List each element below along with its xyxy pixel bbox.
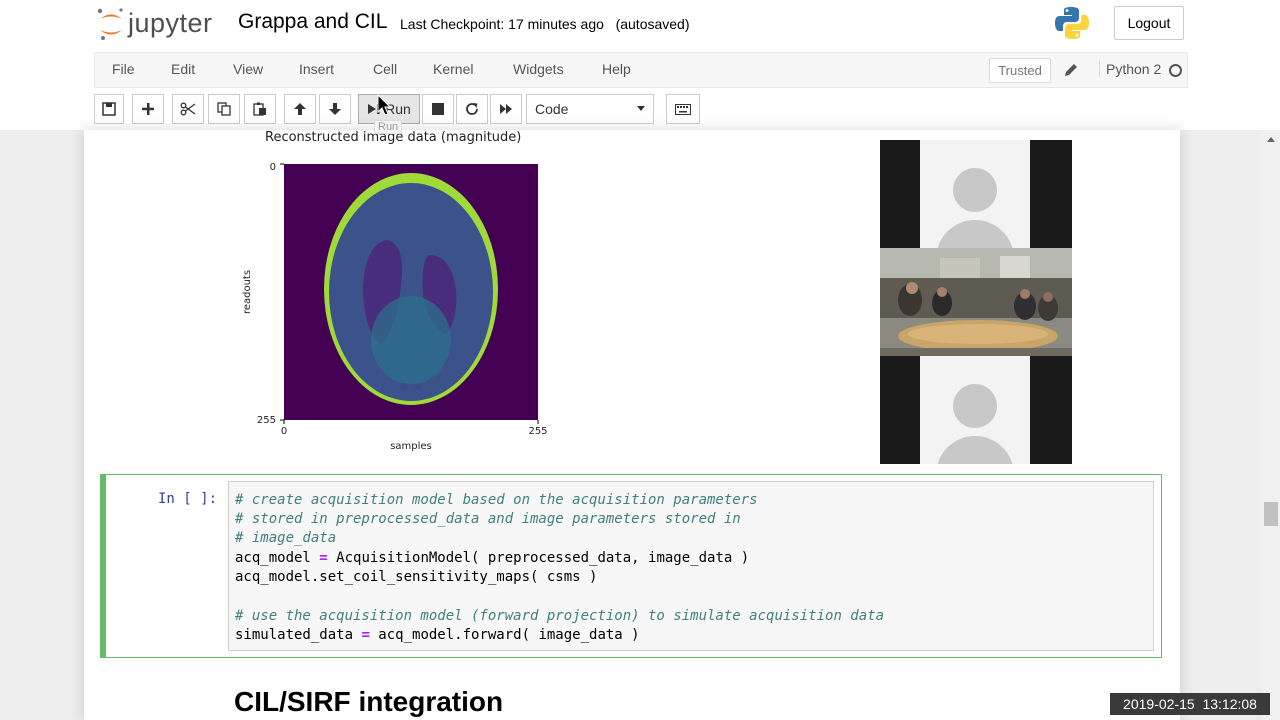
code-line: acq_model = AcquisitionModel( preprocess… — [235, 550, 750, 566]
avatar-icon — [953, 384, 997, 428]
refresh-icon — [466, 103, 478, 115]
video-call-overlay[interactable] — [880, 140, 1072, 464]
menu-widgets[interactable]: Widgets — [513, 61, 564, 77]
x-axis-label: samples — [390, 441, 432, 452]
run-tooltip: Run — [374, 120, 403, 134]
menu-file[interactable]: File — [112, 61, 135, 77]
notebook-header: jupyter Grappa and CIL Last Checkpoint: … — [0, 0, 1280, 52]
copy-icon — [217, 102, 231, 116]
kernel-idle-indicator — [1169, 64, 1182, 77]
y-axis-label: readouts — [242, 270, 253, 314]
code-line: # stored in preprocessed_data and image … — [235, 511, 741, 527]
restart-run-all-button[interactable] — [490, 94, 522, 124]
scroll-up-arrow-icon[interactable] — [1267, 137, 1275, 142]
avatar-icon — [953, 168, 997, 212]
jupyter-logo-icon — [97, 8, 123, 40]
command-palette-button[interactable] — [666, 94, 700, 124]
menu-view[interactable]: View — [233, 61, 263, 77]
cell-type-value: Code — [535, 101, 569, 117]
y-tick-label-top: 0 — [270, 162, 276, 173]
jupyter-wordmark: jupyter — [128, 8, 213, 38]
avatar-body-icon — [936, 220, 1014, 248]
menu-help[interactable]: Help — [602, 61, 631, 77]
room-video-feed[interactable] — [880, 248, 1072, 356]
interrupt-button[interactable] — [422, 94, 454, 124]
participant-tile-bottom[interactable] — [920, 356, 1030, 464]
video-timestamp: 2019-02-15 13:12:08 — [1110, 693, 1270, 715]
keyboard-icon — [675, 103, 691, 115]
cut-button[interactable] — [172, 94, 204, 124]
avatar-body-icon — [936, 436, 1014, 464]
logout-button[interactable]: Logout — [1114, 6, 1184, 40]
code-editor[interactable]: # create acquisition model based on the … — [228, 481, 1154, 651]
operator-token: = — [361, 627, 370, 643]
save-button[interactable] — [94, 94, 124, 124]
y-tick-label-bottom: 255 — [257, 415, 276, 426]
checkpoint-status: Last Checkpoint: 17 minutes ago (autosav… — [400, 16, 690, 32]
notebook-title[interactable]: Grappa and CIL — [238, 10, 387, 34]
move-down-button[interactable] — [319, 94, 351, 124]
small-feature — [400, 383, 408, 391]
paste-button[interactable] — [244, 94, 276, 124]
code-line: simulated_data = acq_model.forward( imag… — [235, 627, 640, 643]
code-line: # create acquisition model based on the … — [235, 492, 758, 508]
x-tick-label-left: 0 — [281, 426, 287, 437]
arrow-down-icon — [329, 103, 341, 115]
kernel-name[interactable]: Python 2 — [1099, 61, 1161, 77]
copy-button[interactable] — [208, 94, 240, 124]
reconstructed-image-plot: 0 255 0 255 samples readouts — [242, 162, 548, 452]
stop-icon — [432, 103, 444, 115]
menu-kernel[interactable]: Kernel — [433, 61, 473, 77]
scrollbar-thumb[interactable] — [1264, 502, 1278, 526]
fast-forward-icon — [500, 104, 512, 114]
code-line: # image_data — [235, 530, 337, 546]
code-line: # use the acquisition model (forward pro… — [235, 608, 885, 624]
toolbar: Run Code — [94, 94, 1194, 126]
pencil-icon[interactable] — [1063, 62, 1079, 78]
markdown-heading: CIL/SIRF integration — [234, 686, 504, 717]
menubar: File Edit View Insert Cell Kernel Widget… — [94, 52, 1188, 88]
scissors-icon — [180, 102, 196, 116]
paste-icon — [253, 102, 266, 116]
code-line: acq_model.set_coil_sensitivity_maps( csm… — [235, 569, 598, 585]
center-region — [371, 296, 451, 384]
page-scrollbar[interactable] — [1262, 130, 1280, 720]
insert-cell-button[interactable] — [132, 94, 164, 124]
cell-type-select[interactable]: Code — [526, 94, 654, 124]
move-up-button[interactable] — [284, 94, 316, 124]
chevron-down-icon — [637, 106, 645, 111]
menu-edit[interactable]: Edit — [171, 61, 195, 77]
menu-cell[interactable]: Cell — [373, 61, 397, 77]
trusted-indicator[interactable]: Trusted — [989, 58, 1051, 83]
jupyter-logo[interactable]: jupyter — [96, 6, 222, 42]
participant-tile-top[interactable] — [920, 140, 1030, 248]
input-prompt: In [ ]: — [158, 491, 218, 507]
save-icon — [102, 102, 116, 116]
python-logo-icon — [1055, 7, 1089, 39]
mouse-cursor-icon — [377, 94, 391, 116]
restart-button[interactable] — [456, 94, 488, 124]
x-tick-label-right: 255 — [528, 426, 547, 437]
small-feature — [415, 384, 421, 390]
menu-insert[interactable]: Insert — [299, 61, 334, 77]
operator-token: = — [319, 550, 328, 566]
plus-icon — [142, 103, 154, 115]
code-cell-selected[interactable]: In [ ]: # create acquisition model based… — [100, 474, 1162, 658]
arrow-up-icon — [294, 103, 306, 115]
